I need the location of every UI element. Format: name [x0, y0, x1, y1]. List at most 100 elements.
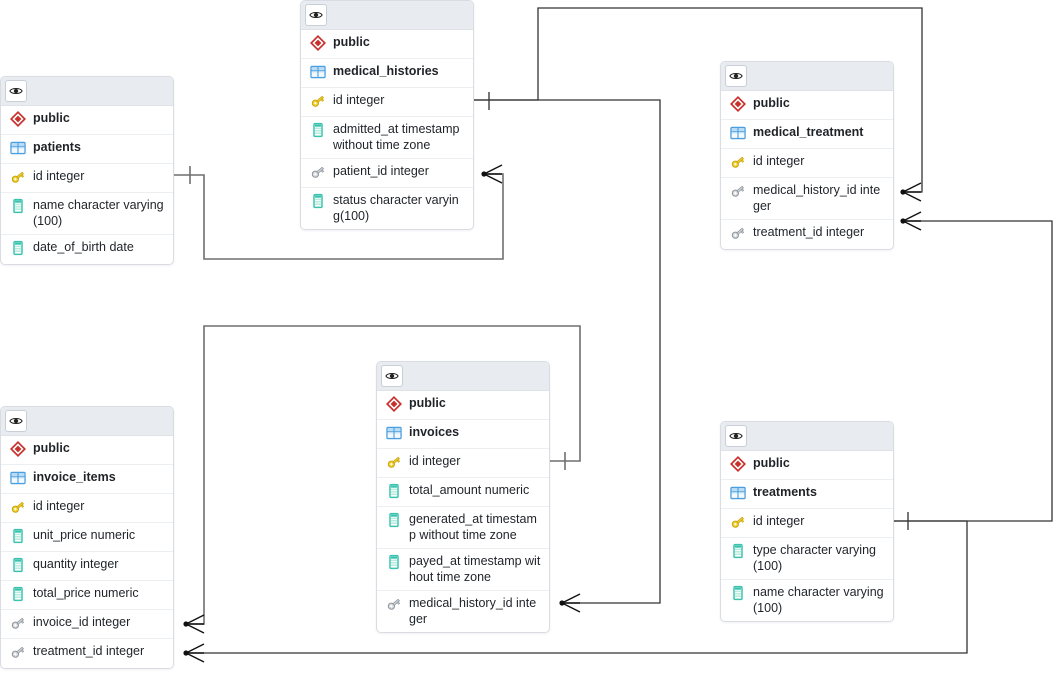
schema-icon	[385, 395, 403, 413]
column-icon	[10, 528, 26, 544]
column-icon	[386, 483, 402, 499]
eye-icon[interactable]	[725, 425, 747, 447]
column-row-patients-2-label: date_of_birth date	[33, 240, 134, 254]
column-icon	[386, 512, 402, 528]
table-icon	[10, 470, 26, 486]
column-row-invoice_items-3[interactable]: total_price numeric	[1, 581, 173, 610]
table-node-medical_histories[interactable]: public medical_historiesid integer admitte…	[300, 0, 474, 230]
table-name-row-medical_treatment[interactable]: medical_treatment	[721, 120, 893, 149]
column-row-medical_treatment-0[interactable]: id integer	[721, 149, 893, 178]
column-row-medical_treatment-1[interactable]: medical_history_id integer	[721, 178, 893, 220]
primary-key-icon	[10, 499, 26, 515]
column-row-treatments-1[interactable]: type character varying(100)	[721, 538, 893, 580]
column-row-invoices-4-label: medical_history_id integer	[409, 596, 537, 626]
eye-icon[interactable]	[305, 4, 327, 26]
column-icon	[310, 193, 326, 209]
column-row-invoice_items-0[interactable]: id integer	[1, 494, 173, 523]
column-row-medical_treatment-1-label: medical_history_id integer	[753, 183, 881, 213]
eye-icon[interactable]	[5, 80, 27, 102]
table-header-invoices	[377, 362, 549, 391]
column-row-patients-1[interactable]: name character varying(100)	[1, 193, 173, 235]
column-row-invoices-4[interactable]: medical_history_id integer	[377, 591, 549, 632]
table-node-invoices[interactable]: public invoices id integer total_amount num…	[376, 361, 550, 633]
column-row-invoices-2[interactable]: generated_at timestamp without time zone	[377, 507, 549, 549]
table-name-row-invoice_items[interactable]: invoice_items	[1, 465, 173, 494]
column-row-medical_histories-1-label: admitted_at timestamp without time zone	[333, 122, 460, 152]
schema-row-treatments[interactable]: public	[721, 451, 893, 480]
schema-row-invoices-label: public	[409, 396, 446, 410]
schema-row-medical_treatment-label: public	[753, 96, 790, 110]
schema-row-invoice_items[interactable]: public	[1, 436, 173, 465]
column-row-medical_histories-3[interactable]: status character varying(100)	[301, 188, 473, 229]
table-name-row-medical_histories-label: medical_histories	[333, 64, 439, 78]
eye-icon[interactable]	[5, 410, 27, 432]
column-row-treatments-0-label: id integer	[753, 514, 805, 528]
schema-row-invoice_items-label: public	[33, 441, 70, 455]
column-row-invoices-2-label: generated_at timestamp without time zone	[409, 512, 537, 542]
column-icon	[10, 198, 26, 214]
column-row-invoice_items-2-label: quantity integer	[33, 557, 119, 571]
column-row-invoice_items-4-label: invoice_id integer	[33, 615, 131, 629]
table-node-medical_treatment[interactable]: public medical_treatmentid integer medical…	[720, 61, 894, 250]
column-row-invoices-3[interactable]: payed_at timestamp without time zone	[377, 549, 549, 591]
table-node-patients[interactable]: public patients id integer name character v…	[0, 76, 174, 265]
column-row-treatments-0[interactable]: id integer	[721, 509, 893, 538]
column-row-invoice_items-2[interactable]: quantity integer	[1, 552, 173, 581]
table-name-row-invoice_items-label: invoice_items	[33, 470, 116, 484]
table-node-treatments[interactable]: public treatments id integer type character…	[720, 421, 894, 622]
column-row-treatments-2[interactable]: name character varying(100)	[721, 580, 893, 621]
column-row-invoices-0-label: id integer	[409, 454, 461, 468]
schema-icon	[729, 455, 747, 473]
column-row-invoice_items-0-label: id integer	[33, 499, 85, 513]
table-icon	[386, 425, 402, 441]
table-name-row-treatments[interactable]: treatments	[721, 480, 893, 509]
table-header-patients	[1, 77, 173, 106]
column-row-invoice_items-3-label: total_price numeric	[33, 586, 139, 600]
column-row-medical_histories-0[interactable]: id integer	[301, 88, 473, 117]
foreign-key-icon	[730, 183, 746, 199]
table-icon	[310, 64, 326, 80]
foreign-key-icon	[10, 615, 26, 631]
schema-row-patients[interactable]: public	[1, 106, 173, 135]
column-row-medical_treatment-2[interactable]: treatment_id integer	[721, 220, 893, 249]
table-name-row-invoices[interactable]: invoices	[377, 420, 549, 449]
schema-row-medical_treatment[interactable]: public	[721, 91, 893, 120]
table-name-row-medical_histories[interactable]: medical_histories	[301, 59, 473, 88]
column-row-medical_histories-2[interactable]: patient_id integer	[301, 159, 473, 188]
column-row-invoices-0[interactable]: id integer	[377, 449, 549, 478]
table-header-medical_treatment	[721, 62, 893, 91]
table-icon	[10, 140, 26, 156]
column-icon	[10, 240, 26, 256]
eye-icon[interactable]	[381, 365, 403, 387]
schema-icon	[729, 95, 747, 113]
column-row-invoices-1[interactable]: total_amount numeric	[377, 478, 549, 507]
table-node-invoice_items[interactable]: public invoice_itemsid integer unit_price …	[0, 406, 174, 669]
column-icon	[730, 543, 746, 559]
schema-row-patients-label: public	[33, 111, 70, 125]
er-diagram-canvas[interactable]: public patients id integer name character v…	[0, 0, 1062, 678]
schema-icon	[9, 440, 27, 458]
eye-icon[interactable]	[725, 65, 747, 87]
column-row-patients-1-label: name character varying(100)	[33, 198, 164, 228]
column-row-medical_histories-0-label: id integer	[333, 93, 385, 107]
column-row-invoice_items-1-label: unit_price numeric	[33, 528, 136, 542]
table-name-row-medical_treatment-label: medical_treatment	[753, 125, 864, 139]
primary-key-icon	[10, 169, 26, 185]
table-name-row-treatments-label: treatments	[753, 485, 817, 499]
column-row-medical_histories-1[interactable]: admitted_at timestamp without time zone	[301, 117, 473, 159]
primary-key-icon	[730, 154, 746, 170]
primary-key-icon	[386, 454, 402, 470]
primary-key-icon	[730, 514, 746, 530]
column-row-patients-2[interactable]: date_of_birth date	[1, 235, 173, 264]
table-name-row-patients-label: patients	[33, 140, 81, 154]
column-row-invoice_items-4[interactable]: invoice_id integer	[1, 610, 173, 639]
table-name-row-patients[interactable]: patients	[1, 135, 173, 164]
column-row-invoice_items-1[interactable]: unit_price numeric	[1, 523, 173, 552]
schema-row-invoices[interactable]: public	[377, 391, 549, 420]
table-icon	[730, 485, 746, 501]
column-row-invoice_items-5[interactable]: treatment_id integer	[1, 639, 173, 668]
schema-row-treatments-label: public	[753, 456, 790, 470]
column-row-patients-0[interactable]: id integer	[1, 164, 173, 193]
schema-row-medical_histories[interactable]: public	[301, 30, 473, 59]
column-icon	[386, 554, 402, 570]
